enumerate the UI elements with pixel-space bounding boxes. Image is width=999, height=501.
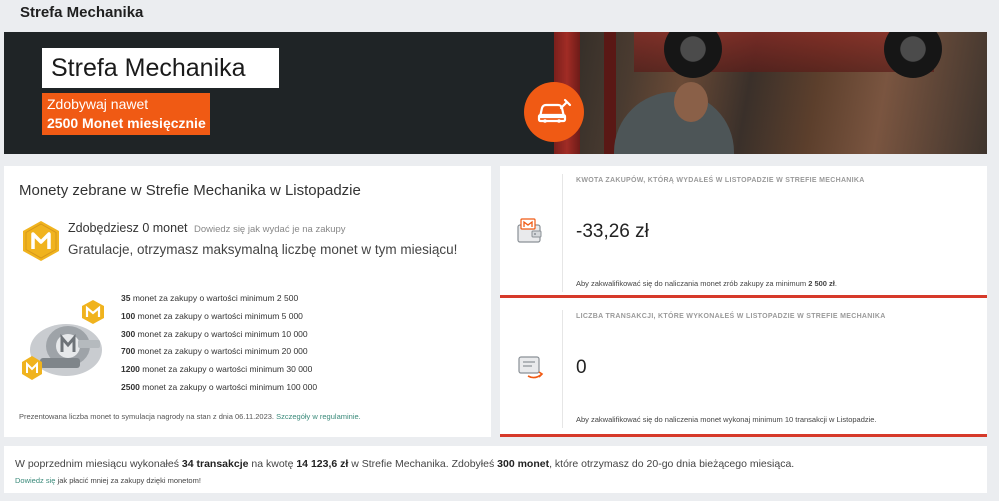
- transactions-hint: Aby zakwalifikować się do naliczenia mon…: [576, 415, 877, 424]
- summary-more: Dowiedz się jak płacić mniej za zakupy d…: [15, 476, 201, 485]
- coins-card: Monety zebrane w Strefie Mechanika w Lis…: [4, 166, 491, 437]
- wallet-icon: [515, 216, 545, 246]
- hero-brand-title: Strefa Mechanika: [42, 48, 279, 88]
- promo-line-2: 2500 Monet miesięcznie: [47, 115, 206, 131]
- simulation-note: Prezentowana liczba monet to symulacja n…: [19, 412, 361, 421]
- tiers-list: 35 monet za zakupy o wartości minimum 2 …: [121, 290, 317, 397]
- tier-row: 2500 monet za zakupy o wartości minimum …: [121, 381, 318, 392]
- learn-spend-link[interactable]: Dowiedz się jak wydać je na zakupy: [194, 224, 346, 235]
- car-wrench-icon: [524, 82, 584, 142]
- top-bar: Strefa Mechanika: [0, 0, 999, 30]
- regulations-link[interactable]: Szczegóły w regulaminie.: [276, 412, 361, 421]
- purchase-label: KWOTA ZAKUPÓW, KTÓRĄ WYDAŁEŚ W LISTOPADZ…: [576, 177, 865, 184]
- promo-line-1: Zdobywaj nawet: [47, 96, 149, 112]
- summary-text: W poprzednim miesiącu wykonałeś 34 trans…: [15, 458, 795, 470]
- earn-text: Zdobędziesz 0 monet: [68, 221, 188, 235]
- page-title: Strefa Mechanika: [20, 4, 144, 21]
- transactions-value: 0: [576, 357, 587, 378]
- mechanic-photo: [554, 32, 987, 154]
- hero-promo: Zdobywaj nawet 2500 Monet miesięcznie: [42, 93, 210, 135]
- learn-more-link[interactable]: Dowiedz się: [15, 476, 55, 485]
- previous-month-summary: W poprzednim miesiącu wykonałeś 34 trans…: [4, 446, 987, 493]
- transactions-icon: [515, 352, 545, 382]
- tier-row: 100 monet za zakupy o wartości minimum 5…: [121, 310, 303, 321]
- congrats-text: Gratulacje, otrzymasz maksymalną liczbę …: [68, 242, 458, 257]
- tier-row: 300 monet za zakupy o wartości minimum 1…: [121, 328, 308, 339]
- transactions-label: LICZBA TRANSAKCJI, KTÓRE WYKONAŁEŚ W LIS…: [576, 313, 886, 320]
- panel-divider: [562, 310, 563, 428]
- panel-divider: [562, 174, 563, 292]
- purchase-hint: Aby zakwalifikować się do naliczania mon…: [576, 279, 837, 288]
- earn-text-row: Zdobędziesz 0 monet Dowiedz się jak wyda…: [68, 221, 346, 235]
- coin-icon: [20, 220, 62, 267]
- hero-banner: Strefa Mechanika Zdobywaj nawet 2500 Mon…: [4, 32, 987, 154]
- purchase-amount-panel: KWOTA ZAKUPÓW, KTÓRĄ WYDAŁEŚ W LISTOPADZ…: [500, 166, 987, 298]
- tier-row: 1200 monet za zakupy o wartości minimum …: [121, 364, 313, 375]
- coins-parts-image: [18, 300, 108, 384]
- tier-row: 35 monet za zakupy o wartości minimum 2 …: [121, 293, 299, 303]
- purchase-value: -33,26 zł: [576, 221, 649, 242]
- tier-row: 700 monet za zakupy o wartości minimum 2…: [121, 346, 308, 357]
- coins-heading: Monety zebrane w Strefie Mechanika w Lis…: [19, 182, 361, 199]
- transactions-panel: LICZBA TRANSAKCJI, KTÓRE WYKONAŁEŚ W LIS…: [500, 302, 987, 437]
- stats-card: KWOTA ZAKUPÓW, KTÓRĄ WYDAŁEŚ W LISTOPADZ…: [500, 166, 987, 437]
